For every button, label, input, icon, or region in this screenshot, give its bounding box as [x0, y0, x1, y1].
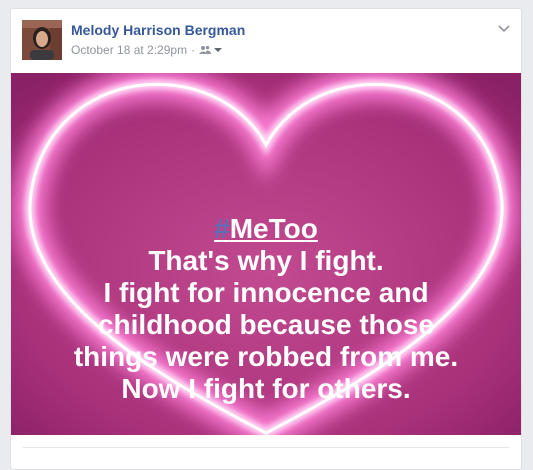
avatar[interactable]: [22, 20, 62, 60]
hashtag-symbol: #: [214, 213, 230, 244]
post-image[interactable]: #MeToo That's why I fight. I fight for i…: [11, 73, 521, 435]
caption-line: That's why I fight.: [148, 245, 384, 276]
caption-line: Now I fight for others.: [121, 373, 411, 404]
audience-selector[interactable]: [199, 45, 223, 55]
image-caption: #MeToo That's why I fight. I fight for i…: [11, 213, 521, 405]
hashtag-word: MeToo: [229, 213, 318, 244]
caption-line: I fight for innocence and: [103, 277, 429, 308]
caption-line: things were robbed from me.: [73, 341, 459, 372]
friends-icon: [199, 45, 212, 54]
caption-line: childhood because those: [97, 309, 435, 340]
meta-separator: ·: [191, 43, 196, 57]
post-header: Melody Harrison Bergman October 18 at 2:…: [11, 9, 521, 69]
facebook-post: Melody Harrison Bergman October 18 at 2:…: [10, 8, 522, 470]
hashtag[interactable]: #MeToo: [11, 213, 521, 245]
post-timestamp[interactable]: October 18 at 2:29pm: [71, 43, 187, 57]
post-author-name[interactable]: Melody Harrison Bergman: [71, 22, 245, 38]
divider: [23, 447, 509, 448]
post-meta: October 18 at 2:29pm ·: [71, 43, 223, 57]
chevron-down-icon[interactable]: [497, 21, 511, 35]
audience-caret-icon: [214, 48, 223, 52]
